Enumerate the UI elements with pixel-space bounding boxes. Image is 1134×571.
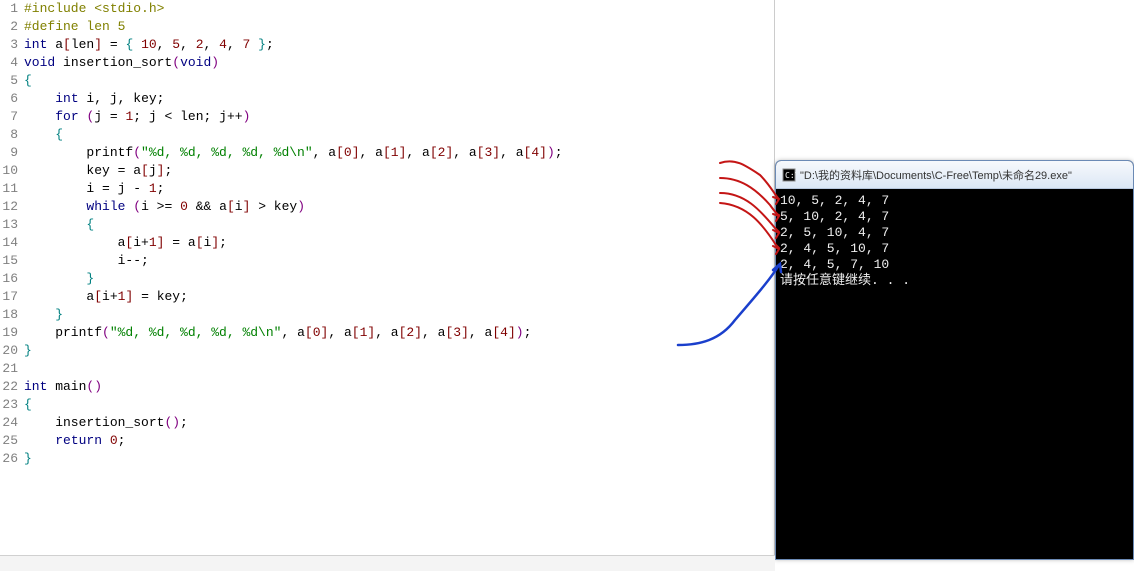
line-number: 26	[0, 450, 22, 468]
line-number: 23	[0, 396, 22, 414]
line-content[interactable]: insertion_sort();	[22, 414, 188, 432]
code-line[interactable]: 23{	[0, 396, 774, 414]
line-content[interactable]: key = a[j];	[22, 162, 172, 180]
code-line[interactable]: 2#define len 5	[0, 18, 774, 36]
line-number: 6	[0, 90, 22, 108]
code-line[interactable]: 19 printf("%d, %d, %d, %d, %d\n", a[0], …	[0, 324, 774, 342]
line-content[interactable]: a[i+1] = a[i];	[22, 234, 227, 252]
line-number: 3	[0, 36, 22, 54]
line-number: 20	[0, 342, 22, 360]
line-number: 18	[0, 306, 22, 324]
code-line[interactable]: 15 i--;	[0, 252, 774, 270]
editor-status-bar	[0, 555, 775, 571]
console-app-icon: C:\	[782, 168, 796, 182]
line-number: 12	[0, 198, 22, 216]
line-content[interactable]: printf("%d, %d, %d, %d, %d\n", a[0], a[1…	[22, 324, 531, 342]
line-content[interactable]: }	[22, 450, 32, 468]
line-content[interactable]: }	[22, 342, 32, 360]
line-number: 9	[0, 144, 22, 162]
code-line[interactable]: 21	[0, 360, 774, 378]
line-number: 21	[0, 360, 22, 378]
code-line[interactable]: 26}	[0, 450, 774, 468]
console-title: "D:\我的资料库\Documents\C-Free\Temp\未命名29.ex…	[800, 167, 1072, 183]
code-line[interactable]: 12 while (i >= 0 && a[i] > key)	[0, 198, 774, 216]
code-line[interactable]: 20}	[0, 342, 774, 360]
line-content[interactable]	[22, 360, 24, 378]
line-number: 7	[0, 108, 22, 126]
code-line[interactable]: 16 }	[0, 270, 774, 288]
code-line[interactable]: 10 key = a[j];	[0, 162, 774, 180]
console-titlebar[interactable]: C:\ "D:\我的资料库\Documents\C-Free\Temp\未命名2…	[776, 161, 1133, 189]
line-content[interactable]: int i, j, key;	[22, 90, 164, 108]
code-editor[interactable]: 1#include <stdio.h>2#define len 53int a[…	[0, 0, 775, 571]
code-line[interactable]: 18 }	[0, 306, 774, 324]
code-line[interactable]: 11 i = j - 1;	[0, 180, 774, 198]
line-number: 16	[0, 270, 22, 288]
line-content[interactable]: {	[22, 396, 32, 414]
line-content[interactable]: printf("%d, %d, %d, %d, %d\n", a[0], a[1…	[22, 144, 563, 162]
line-number: 17	[0, 288, 22, 306]
line-number: 13	[0, 216, 22, 234]
code-line[interactable]: 8 {	[0, 126, 774, 144]
line-number: 24	[0, 414, 22, 432]
line-content[interactable]: for (j = 1; j < len; j++)	[22, 108, 250, 126]
code-line[interactable]: 25 return 0;	[0, 432, 774, 450]
line-number: 1	[0, 0, 22, 18]
line-content[interactable]: while (i >= 0 && a[i] > key)	[22, 198, 305, 216]
line-content[interactable]: i = j - 1;	[22, 180, 164, 198]
line-number: 2	[0, 18, 22, 36]
code-line[interactable]: 5{	[0, 72, 774, 90]
console-window[interactable]: C:\ "D:\我的资料库\Documents\C-Free\Temp\未命名2…	[775, 160, 1134, 560]
code-line[interactable]: 22int main()	[0, 378, 774, 396]
line-content[interactable]: {	[22, 126, 63, 144]
line-number: 15	[0, 252, 22, 270]
line-content[interactable]: {	[22, 216, 94, 234]
line-number: 5	[0, 72, 22, 90]
console-output: 10, 5, 2, 4, 7 5, 10, 2, 4, 7 2, 5, 10, …	[776, 189, 1133, 559]
line-number: 22	[0, 378, 22, 396]
line-content[interactable]: }	[22, 306, 63, 324]
code-line[interactable]: 3int a[len] = { 10, 5, 2, 4, 7 };	[0, 36, 774, 54]
line-number: 14	[0, 234, 22, 252]
code-line[interactable]: 9 printf("%d, %d, %d, %d, %d\n", a[0], a…	[0, 144, 774, 162]
line-number: 8	[0, 126, 22, 144]
line-content[interactable]: int main()	[22, 378, 102, 396]
line-content[interactable]: a[i+1] = key;	[22, 288, 188, 306]
code-line[interactable]: 1#include <stdio.h>	[0, 0, 774, 18]
code-line[interactable]: 24 insertion_sort();	[0, 414, 774, 432]
line-content[interactable]: #include <stdio.h>	[22, 0, 164, 18]
line-content[interactable]: }	[22, 270, 94, 288]
line-number: 25	[0, 432, 22, 450]
line-content[interactable]: #define len 5	[22, 18, 125, 36]
line-content[interactable]: i--;	[22, 252, 149, 270]
svg-text:C:\: C:\	[785, 171, 796, 180]
line-content[interactable]: int a[len] = { 10, 5, 2, 4, 7 };	[22, 36, 274, 54]
line-number: 4	[0, 54, 22, 72]
line-number: 11	[0, 180, 22, 198]
code-line[interactable]: 13 {	[0, 216, 774, 234]
code-line[interactable]: 14 a[i+1] = a[i];	[0, 234, 774, 252]
code-line[interactable]: 7 for (j = 1; j < len; j++)	[0, 108, 774, 126]
line-content[interactable]: return 0;	[22, 432, 125, 450]
line-content[interactable]: {	[22, 72, 32, 90]
line-number: 19	[0, 324, 22, 342]
line-content[interactable]: void insertion_sort(void)	[22, 54, 219, 72]
code-line[interactable]: 4void insertion_sort(void)	[0, 54, 774, 72]
code-line[interactable]: 6 int i, j, key;	[0, 90, 774, 108]
code-line[interactable]: 17 a[i+1] = key;	[0, 288, 774, 306]
line-number: 10	[0, 162, 22, 180]
